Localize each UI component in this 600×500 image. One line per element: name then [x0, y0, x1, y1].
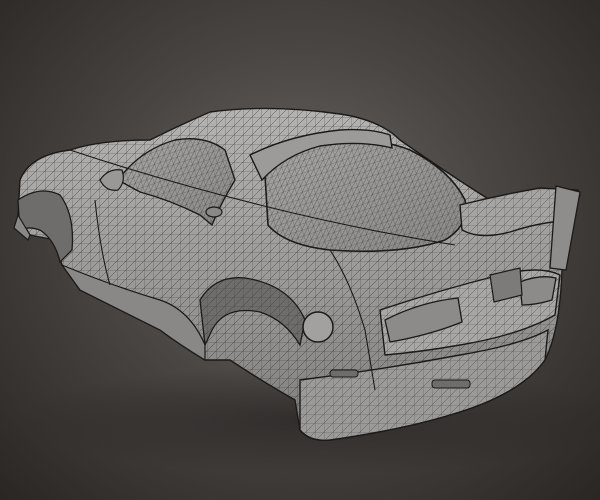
rear-wing-endplate: [549, 185, 581, 271]
car-wireframe-render: [13, 107, 600, 475]
fuel-cap: [302, 311, 334, 343]
reflector-left: [329, 369, 359, 378]
viewport-scene: [0, 0, 600, 500]
door-handle: [205, 206, 223, 218]
reflector-right: [431, 379, 471, 389]
front-wheel-arch: [17, 190, 74, 264]
tail-light-right: [519, 276, 557, 306]
